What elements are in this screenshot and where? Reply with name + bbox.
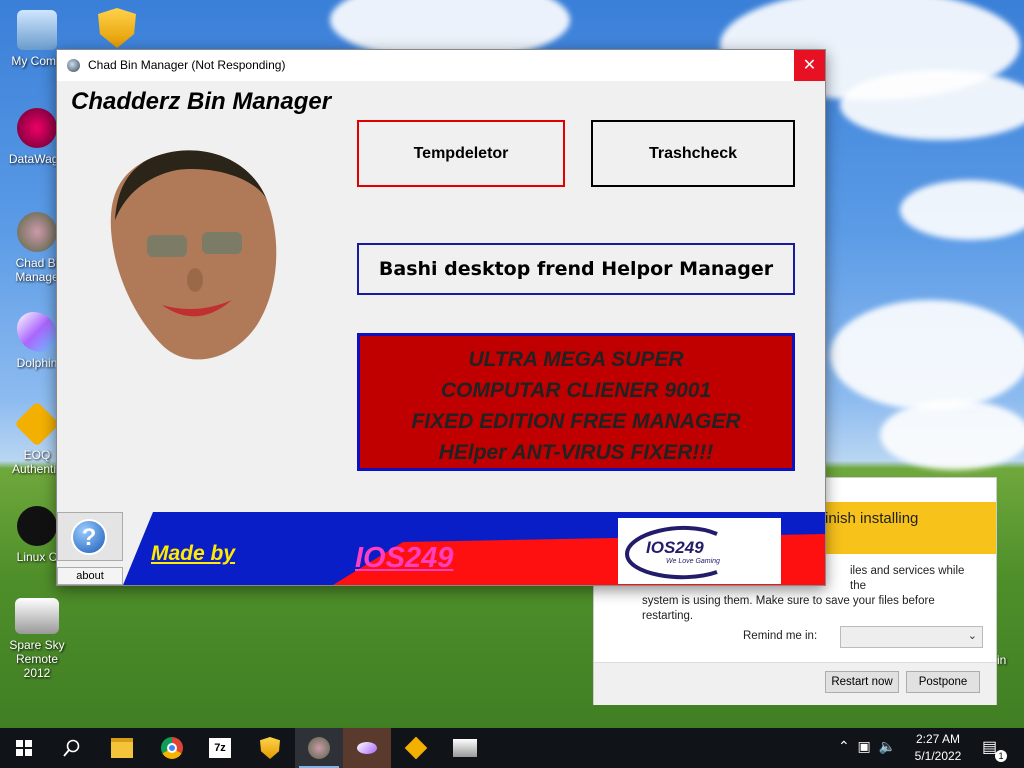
computer-icon: [17, 10, 57, 50]
help-button[interactable]: ?: [57, 512, 123, 561]
taskbar-chrome[interactable]: [148, 728, 196, 768]
tempdeletor-button[interactable]: Tempdeletor: [357, 120, 565, 187]
clock-date: 5/1/2022: [914, 749, 962, 763]
close-button[interactable]: ✕: [794, 50, 825, 81]
taskbar-7zip[interactable]: 7z: [196, 728, 244, 768]
taskbar-file-explorer[interactable]: [98, 728, 146, 768]
notification-badge: 1: [995, 750, 1007, 762]
chad-bin-manager-window: Chad Bin Manager (Not Responding) ✕ Chad…: [56, 49, 826, 586]
chad-face-icon: [308, 737, 330, 759]
taskbar: 7z ⌃ ▣ 🔈 2:27 AM 5/1/2022 ▤ 1: [0, 728, 1024, 768]
taskbar-dolphin[interactable]: [343, 728, 391, 768]
security-shield-desktop-icon[interactable]: [98, 8, 136, 48]
restart-now-button[interactable]: Restart now: [825, 671, 899, 693]
desktop-partial-label: in: [997, 653, 1007, 667]
postpone-button[interactable]: Postpone: [906, 671, 980, 693]
remind-label: Remind me in:: [743, 630, 818, 642]
chad-face-image: [110, 150, 277, 360]
eoq-icon: [14, 401, 60, 447]
ios249-logo: IOS249 We Love Gaming: [618, 518, 781, 584]
taskbar-eoq[interactable]: [392, 728, 440, 768]
windows-icon: [16, 740, 32, 756]
shield-icon: [260, 737, 280, 759]
update-body-line: restarting.: [642, 610, 694, 622]
dolphin-icon: [17, 312, 57, 352]
search-icon: [63, 739, 80, 757]
update-body-line: system is using them. Make sure to save …: [642, 595, 935, 607]
ultra-cleaner-button[interactable]: ULTRA MEGA SUPER COMPUTAR CLIENER 9001 F…: [357, 333, 795, 471]
ultra-line: FIXED EDITION FREE MANAGER: [411, 410, 741, 433]
help-icon: ?: [71, 519, 107, 555]
clock[interactable]: 2:27 AM 5/1/2022: [912, 731, 964, 765]
clock-time: 2:27 AM: [915, 732, 961, 746]
linux-icon: [17, 506, 57, 546]
update-dialog-title: inish installing: [825, 510, 919, 527]
search-button[interactable]: [48, 728, 96, 768]
sky-remote-icon: [15, 598, 59, 634]
ultra-line: HElper ANT-VIRUS FIXER!!!: [438, 441, 714, 464]
folder-icon: [111, 738, 133, 758]
7zip-icon: 7z: [209, 738, 231, 758]
start-button[interactable]: [0, 728, 48, 768]
datawago-icon: [17, 108, 57, 148]
ultra-line: ULTRA MEGA SUPER: [468, 348, 684, 371]
taskbar-sky-remote[interactable]: [441, 728, 489, 768]
app-heading: Chadderz Bin Manager: [71, 88, 332, 115]
eoq-icon: [404, 736, 428, 760]
dolphin-icon: [357, 742, 377, 754]
taskbar-chad-bin-manager[interactable]: [295, 728, 343, 768]
about-button[interactable]: about: [57, 567, 123, 585]
title-bar[interactable]: Chad Bin Manager (Not Responding) ✕: [57, 50, 825, 81]
chevron-up-icon[interactable]: ⌃: [838, 738, 850, 754]
desktop-icon-sky-remote[interactable]: Spare Sky Remote 2012: [2, 598, 72, 680]
sky-remote-icon: [453, 739, 477, 757]
chrome-icon: [161, 737, 183, 759]
chevron-down-icon: ⌄: [967, 630, 977, 642]
window-title: Chad Bin Manager (Not Responding): [88, 58, 286, 72]
network-icon[interactable]: ▣: [858, 738, 871, 754]
chad-face-icon: [17, 212, 57, 252]
author-text: IOS249: [355, 542, 454, 574]
bashi-helper-button[interactable]: Bashi desktop frend Helpor Manager: [357, 243, 795, 295]
trashcheck-button[interactable]: Trashcheck: [591, 120, 795, 187]
logo-subtext: We Love Gaming: [666, 558, 720, 565]
volume-icon[interactable]: 🔈: [879, 738, 896, 754]
taskbar-security-shield[interactable]: [246, 728, 294, 768]
ultra-line: COMPUTAR CLIENER 9001: [440, 379, 712, 402]
remind-select[interactable]: ⌄: [840, 626, 983, 648]
logo-text: IOS249: [646, 538, 704, 557]
app-icon: [67, 59, 80, 72]
desktop-icon-label: Spare Sky Remote 2012: [9, 638, 65, 680]
made-by-text: Made by: [151, 542, 236, 565]
system-tray[interactable]: ⌃ ▣ 🔈: [838, 738, 896, 755]
